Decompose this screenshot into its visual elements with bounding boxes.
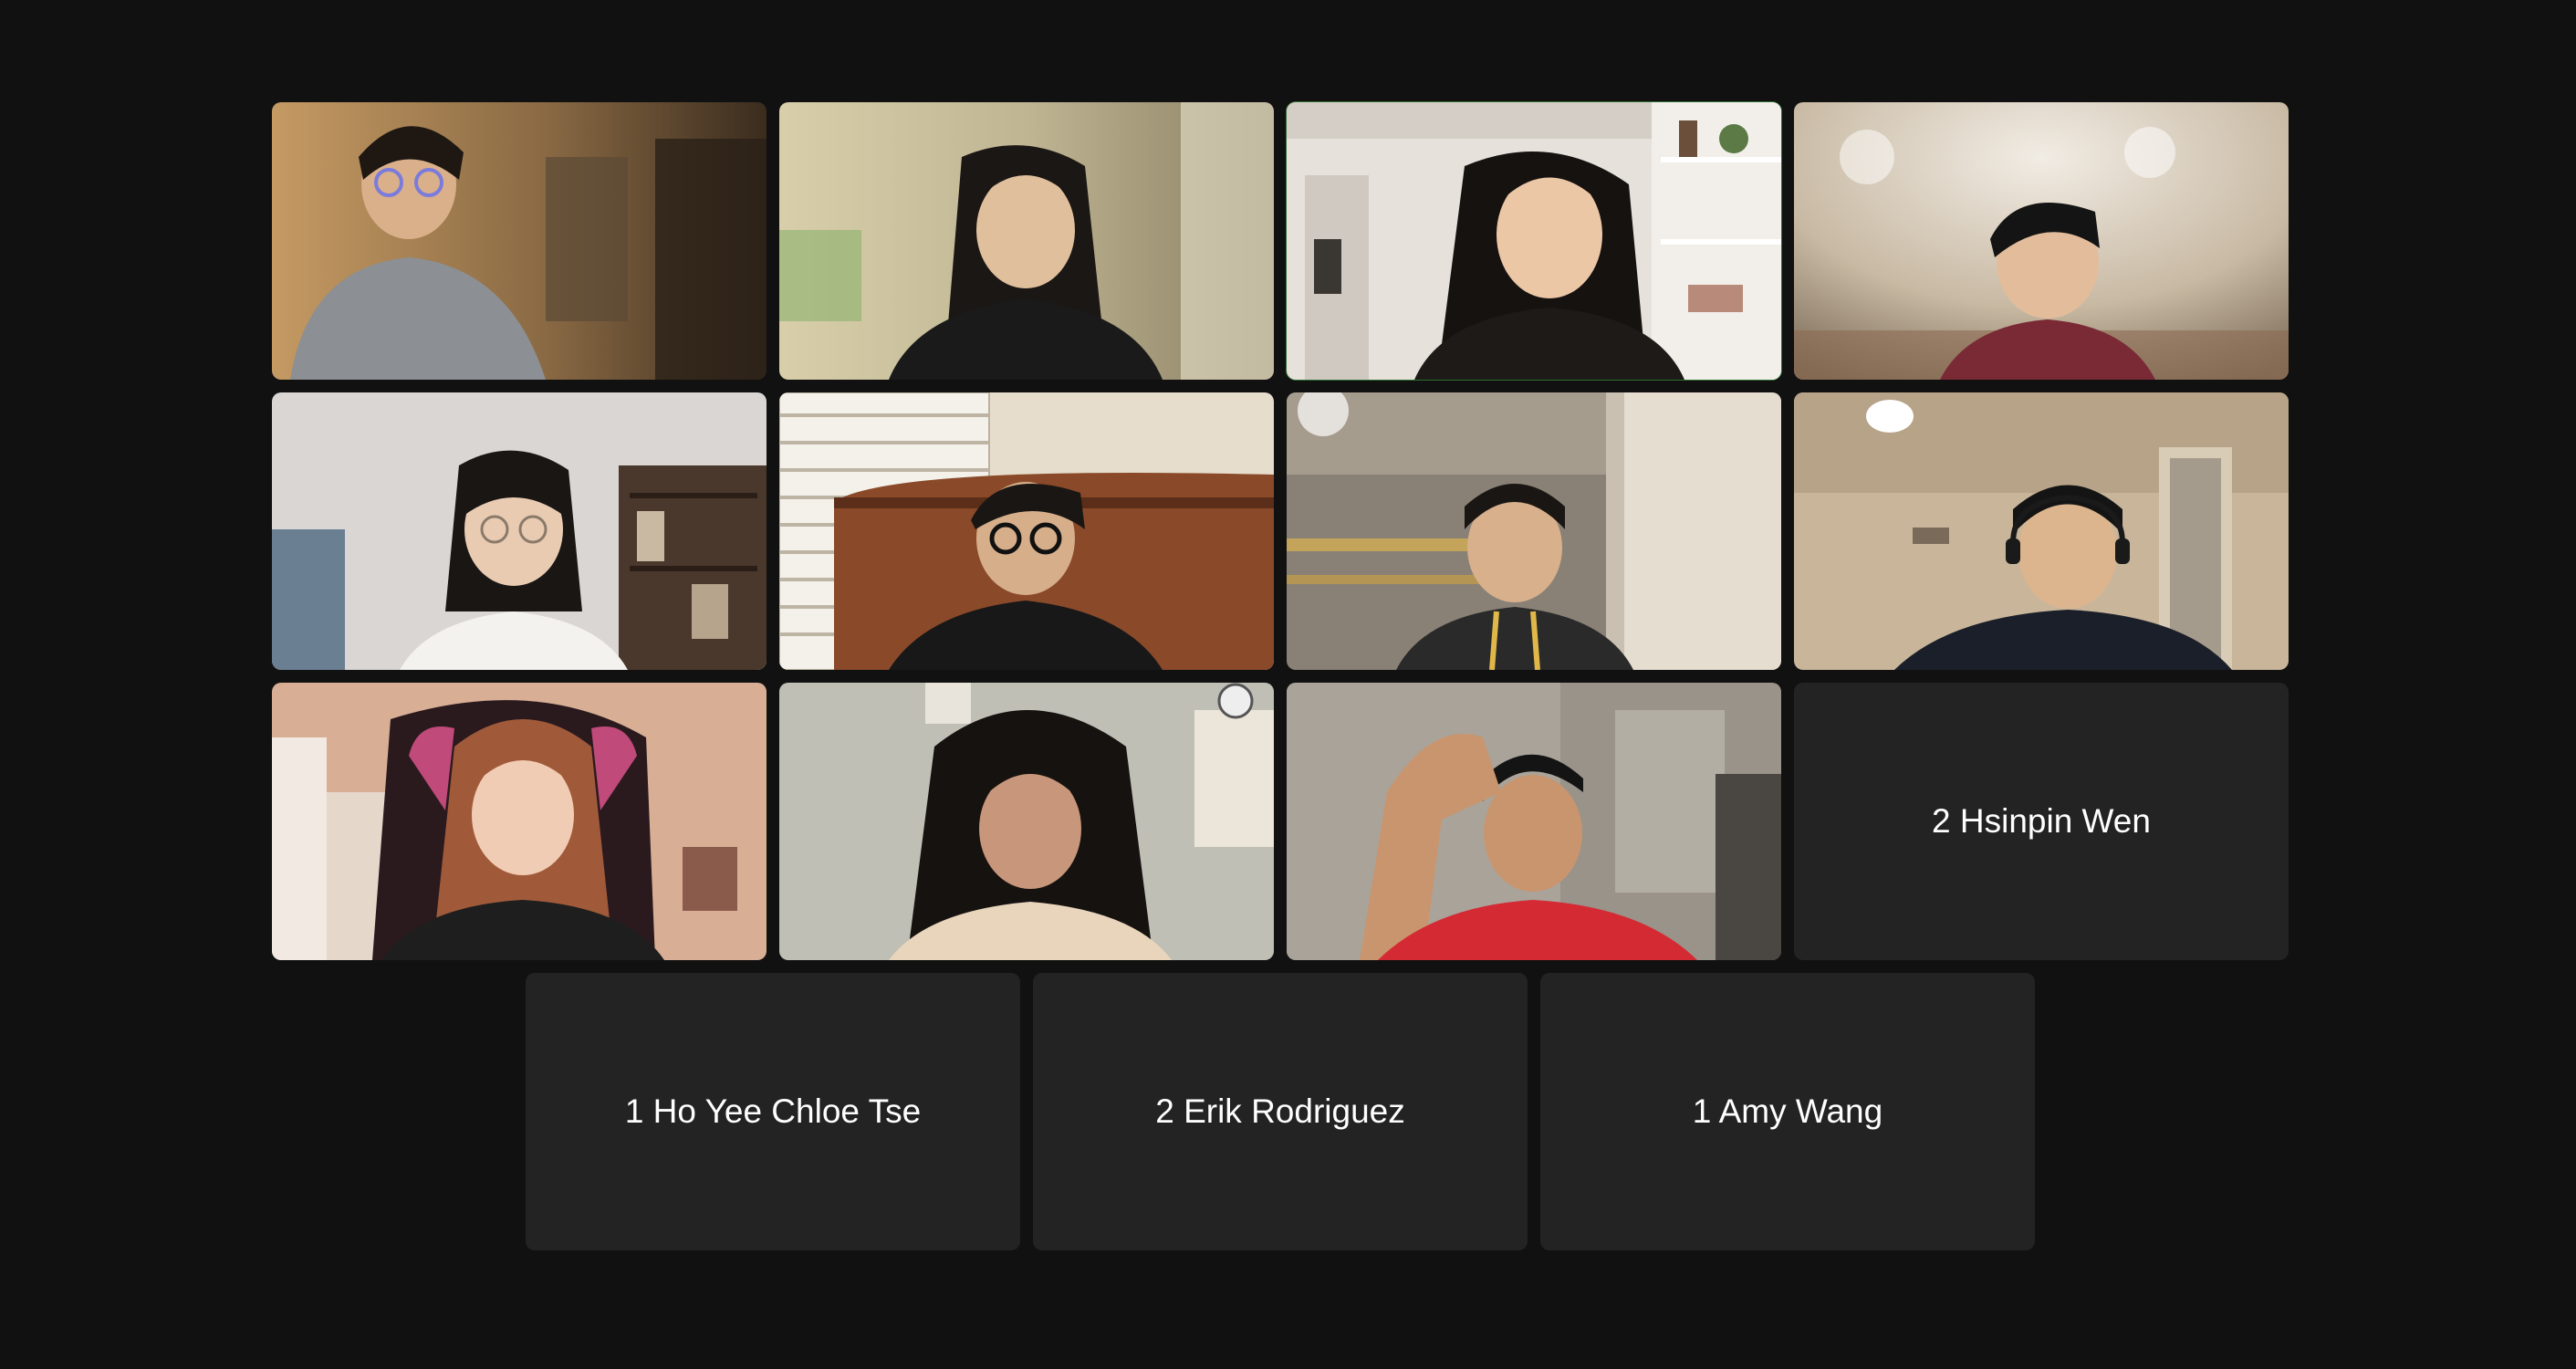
participant-name-label: 1 Amy Wang	[1692, 1092, 1883, 1130]
participant-video-8[interactable]	[1794, 392, 2289, 670]
participant-video-11-image	[1287, 683, 1781, 960]
participant-name-tile-amy[interactable]: 1 Amy Wang	[1540, 973, 2035, 1250]
participant-video-4-image	[1794, 102, 2289, 380]
participant-video-3[interactable]	[1287, 102, 1781, 380]
participant-video-1-image	[272, 102, 767, 380]
participant-video-5[interactable]	[272, 392, 767, 670]
participant-name-tile-chloe[interactable]: 1 Ho Yee Chloe Tse	[526, 973, 1020, 1250]
participant-video-4[interactable]	[1794, 102, 2289, 380]
participant-video-7[interactable]	[1287, 392, 1781, 670]
participant-video-2[interactable]	[779, 102, 1274, 380]
participant-name-tile-hsinpin[interactable]: 2 Hsinpin Wen	[1794, 683, 2289, 960]
participant-video-1[interactable]	[272, 102, 767, 380]
participant-video-9[interactable]	[272, 683, 767, 960]
participant-video-11[interactable]	[1287, 683, 1781, 960]
participant-video-8-image	[1794, 392, 2289, 670]
participant-name-tile-erik[interactable]: 2 Erik Rodriguez	[1033, 973, 1528, 1250]
participant-video-9-image	[272, 683, 767, 960]
participant-video-10[interactable]	[779, 683, 1274, 960]
participant-video-7-image	[1287, 392, 1781, 670]
meeting-gallery: 2 Hsinpin Wen 1 Ho Yee Chloe Tse 2 Erik …	[0, 0, 2576, 1369]
participant-video-6[interactable]	[779, 392, 1274, 670]
participant-name-label: 1 Ho Yee Chloe Tse	[624, 1092, 922, 1130]
participant-video-6-image	[779, 392, 1274, 670]
participant-video-2-image	[779, 102, 1274, 380]
participant-name-label: 2 Hsinpin Wen	[1932, 802, 2151, 840]
participant-video-5-image	[272, 392, 767, 670]
participant-video-3-image	[1287, 102, 1781, 380]
participant-name-label: 2 Erik Rodriguez	[1155, 1092, 1405, 1130]
participant-video-10-image	[779, 683, 1274, 960]
